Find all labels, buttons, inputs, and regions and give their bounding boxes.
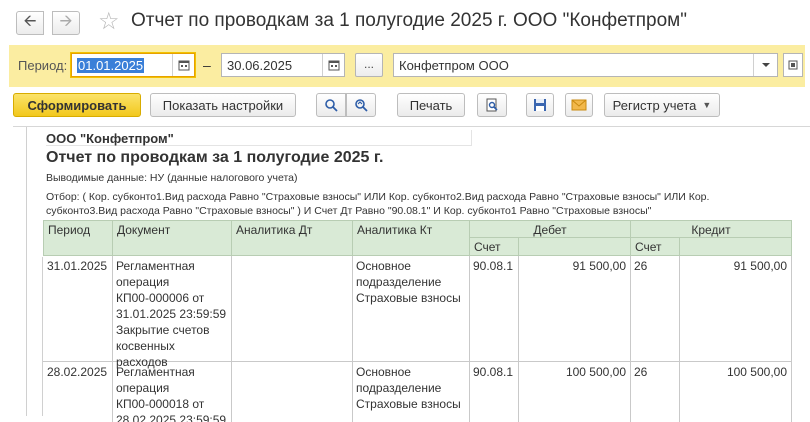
find-button[interactable]	[316, 93, 346, 117]
row-2-document-line: операция	[116, 381, 170, 395]
row-1-period: 31.01.2025	[43, 256, 113, 362]
print-preview-icon	[486, 98, 498, 112]
accounting-register-label: Регистр учета	[612, 97, 697, 113]
calendar-button-from[interactable]	[172, 54, 194, 76]
row-1-analytics-kt-line: подразделение	[356, 275, 442, 289]
period-panel: Период: 01.01.2025 – 30.06.2025 ... Конф…	[9, 45, 805, 87]
find-next-button[interactable]	[346, 93, 376, 117]
print-preview-button[interactable]	[477, 93, 507, 117]
row-1-document-line: 31.01.2025 23:59:59	[116, 307, 227, 321]
header-credit: Кредит	[630, 220, 792, 238]
row-2-analytics-kt-line: Страховые взносы	[356, 397, 461, 411]
row-1-document-line: Регламентная	[116, 259, 195, 273]
row-1-debit-amount: 91 500,00	[518, 256, 631, 362]
show-settings-button[interactable]: Показать настройки	[150, 93, 296, 117]
back-button[interactable]: 🡨	[16, 11, 44, 35]
period-from-value[interactable]: 01.01.2025	[77, 58, 145, 73]
report-filter-line-1: Отбор: ( Кор. субконто1.Вид расхода Равн…	[46, 191, 710, 203]
row-2-credit-amount: 100 500,00	[679, 362, 792, 422]
report-filter-line-2: субконто3.Вид расхода Равно "Страховые в…	[46, 205, 652, 217]
report-title: Отчет по проводкам за 1 полугодие 2025 г…	[46, 149, 384, 166]
row-1-document-line: операция	[116, 275, 170, 289]
calendar-button-to[interactable]	[322, 54, 344, 76]
row-1-document-line: КП00-000006 от	[116, 291, 205, 305]
forward-arrow-icon: 🡪	[59, 12, 73, 30]
report-group-gutter	[27, 257, 43, 416]
send-email-button[interactable]	[565, 93, 593, 117]
organization-value[interactable]: Конфетпром ООО	[399, 58, 509, 73]
accounting-register-button[interactable]: Регистр учета ▼	[604, 93, 720, 117]
calendar-icon	[178, 60, 189, 71]
select-period-button[interactable]: ...	[355, 53, 383, 77]
row-2-document-line: 28.02.2025 23:59:59	[116, 413, 227, 422]
command-bar: Сформировать Показать настройки Печать Р…	[0, 90, 810, 122]
search-icon	[325, 99, 338, 112]
save-button[interactable]	[526, 93, 554, 117]
window-title: Отчет по проводкам за 1 полугодие 2025 г…	[131, 10, 687, 31]
chevron-down-icon: ▼	[702, 100, 712, 110]
row-2-analytics-kt-line: подразделение	[356, 381, 442, 395]
row-1-credit-account: 26	[630, 256, 680, 362]
search-refresh-icon	[355, 99, 368, 112]
organization-dropdown-button[interactable]	[753, 54, 777, 76]
period-to-value[interactable]: 30.06.2025	[227, 58, 292, 73]
header-analytics-kt: Аналитика Кт	[352, 220, 470, 256]
row-2-document-line: КП00-000018 от	[116, 397, 205, 411]
row-1-analytics-kt: Основное подразделение Страховые взносы	[352, 256, 470, 362]
row-2-credit-account: 26	[630, 362, 680, 422]
organization-field[interactable]: Конфетпром ООО	[393, 53, 778, 77]
email-icon	[571, 99, 587, 111]
report-organization: ООО "Конфетпром"	[46, 131, 174, 146]
row-2-debit-amount: 100 500,00	[518, 362, 631, 422]
row-2-period: 28.02.2025	[43, 362, 113, 422]
save-icon	[534, 99, 546, 111]
header-debit-amount	[518, 237, 631, 256]
back-arrow-icon: 🡨	[23, 12, 37, 30]
header-credit-amount	[679, 237, 792, 256]
row-1-debit-account: 90.08.1	[469, 256, 519, 362]
row-2-analytics-dt	[231, 362, 353, 422]
print-button[interactable]: Печать	[397, 93, 465, 117]
row-2-debit-account: 90.08.1	[469, 362, 519, 422]
row-1-analytics-kt-line: Страховые взносы	[356, 291, 461, 305]
dropdown-arrow-icon	[761, 63, 770, 67]
report-data-shown: Выводимые данные: НУ (данные налогового …	[46, 172, 298, 184]
row-1-analytics-kt-line: Основное	[356, 259, 411, 273]
period-from-field[interactable]: 01.01.2025	[71, 53, 195, 77]
favorite-star-icon[interactable]: ☆	[98, 8, 120, 36]
generate-button[interactable]: Сформировать	[13, 93, 141, 117]
row-1-document[interactable]: Регламентная операция КП00-000006 от 31.…	[112, 256, 232, 369]
row-1-document-line: косвенных	[116, 339, 175, 353]
row-1-document-line: Закрытие счетов	[116, 323, 210, 337]
period-dash: –	[203, 57, 211, 73]
row-2-document[interactable]: Регламентная операция КП00-000018 от 28.…	[112, 362, 232, 422]
open-form-icon	[788, 60, 798, 70]
header-period: Период	[43, 220, 113, 256]
report-gutter	[13, 127, 27, 416]
organization-open-button[interactable]	[783, 53, 803, 77]
header-analytics-dt: Аналитика Дт	[231, 220, 353, 256]
header-debit: Дебет	[469, 220, 631, 238]
period-to-field[interactable]: 30.06.2025	[221, 53, 345, 77]
header-debit-account: Счет	[469, 237, 519, 256]
row-2-document-line: Регламентная	[116, 365, 195, 379]
row-2-analytics-kt-line: Основное	[356, 365, 411, 379]
row-2-analytics-kt: Основное подразделение Страховые взносы	[352, 362, 470, 422]
row-1-analytics-dt	[231, 256, 353, 362]
header-credit-account: Счет	[630, 237, 680, 256]
row-1-credit-amount: 91 500,00	[679, 256, 792, 362]
title-bar: 🡨 🡪 ☆ Отчет по проводкам за 1 полугодие …	[0, 0, 810, 44]
report-area[interactable]: ООО "Конфетпром" Отчет по проводкам за 1…	[13, 126, 810, 422]
header-document: Документ	[112, 220, 232, 256]
forward-button[interactable]: 🡪	[52, 11, 80, 35]
period-label: Период:	[18, 58, 68, 73]
calendar-icon	[328, 60, 339, 71]
